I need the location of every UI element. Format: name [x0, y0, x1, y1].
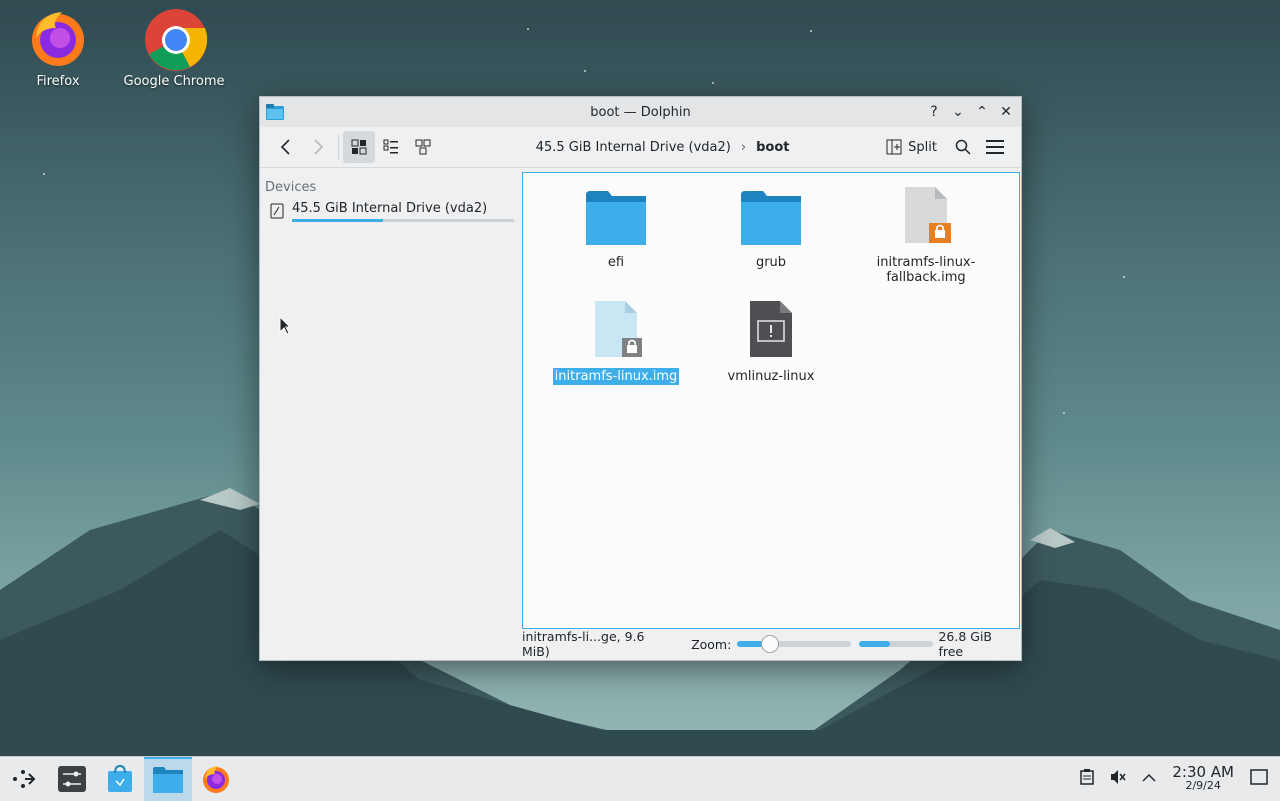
file-label: vmlinuz-linux: [727, 369, 815, 384]
free-space-fill: [859, 641, 890, 647]
clipboard-icon: [1080, 769, 1095, 785]
search-button[interactable]: [947, 131, 979, 163]
device-usage-bar: [292, 219, 514, 222]
zoom-slider[interactable]: [737, 635, 851, 653]
chevron-up-icon: [1142, 773, 1156, 782]
free-space-bar[interactable]: [859, 641, 934, 647]
locked-file-icon: [581, 301, 651, 363]
mouse-pointer-icon: [279, 316, 291, 335]
dolphin-folder-icon: [153, 767, 183, 793]
breadcrumb: 45.5 GiB Internal Drive (vda2) › boot: [536, 140, 790, 155]
file-label: efi: [607, 255, 625, 270]
taskbar-discover[interactable]: [96, 757, 144, 801]
file-item-efi[interactable]: efi: [546, 187, 686, 270]
close-button[interactable]: ✕: [995, 101, 1017, 123]
back-button[interactable]: [270, 131, 302, 163]
file-view[interactable]: efi grub initramfs-linux-fallback.img in…: [522, 172, 1020, 629]
firefox-icon: [203, 766, 229, 793]
zoom-slider-handle[interactable]: [761, 635, 780, 653]
maximize-button[interactable]: ⌃: [971, 101, 993, 123]
tray-expand-button[interactable]: [1142, 772, 1156, 787]
taskbar-dolphin[interactable]: [144, 757, 192, 801]
app-launcher-icon: [13, 770, 36, 788]
compact-view-button[interactable]: [375, 131, 407, 163]
file-item-initramfs-linux-fallback[interactable]: initramfs-linux-fallback.img: [856, 187, 996, 285]
chrome-icon: [144, 8, 208, 71]
icons-view-button[interactable]: [343, 131, 375, 163]
zoom-label: Zoom:: [691, 636, 732, 652]
breadcrumb-item-current[interactable]: boot: [756, 140, 789, 155]
executable-file-icon: [736, 301, 806, 363]
forward-arrow-icon: [314, 139, 324, 155]
volume-button[interactable]: [1110, 769, 1126, 789]
desktop-icon-label: Google Chrome: [123, 74, 225, 89]
clipboard-button[interactable]: [1080, 769, 1095, 789]
show-desktop-icon: [1250, 769, 1268, 785]
icons-view-icon: [351, 139, 367, 155]
devices-section-title: Devices: [265, 180, 317, 195]
details-view-icon: [415, 139, 431, 155]
file-item-initramfs-linux[interactable]: initramfs-linux.img: [546, 301, 686, 385]
free-space-label: 26.8 GiB free: [938, 629, 993, 659]
taskbar-firefox[interactable]: [192, 757, 240, 801]
search-icon: [955, 139, 971, 155]
chevron-down-icon: ⌄: [952, 104, 964, 120]
file-label: grub: [755, 255, 787, 270]
firefox-icon: [28, 8, 88, 68]
places-panel: Devices 45.5 GiB Internal Drive (vda2): [260, 172, 522, 660]
taskbar-system-settings[interactable]: [48, 757, 96, 801]
show-desktop-button[interactable]: [1250, 769, 1268, 789]
chevron-right-icon: ›: [740, 139, 747, 155]
file-item-grub[interactable]: grub: [701, 187, 841, 270]
split-button[interactable]: Split: [886, 139, 937, 155]
file-item-vmlinuz-linux[interactable]: vmlinuz-linux: [701, 301, 841, 384]
selection-info: initramfs-li...ge, 9.6 MiB): [522, 629, 645, 659]
clock-time: 2:30 AM: [1172, 763, 1234, 781]
dolphin-window: boot — Dolphin ? ⌄ ⌃ ✕ 45.5 GiB Internal…: [259, 96, 1022, 661]
back-arrow-icon: [280, 139, 290, 155]
system-settings-icon: [58, 766, 86, 792]
discover-store-icon: [108, 765, 132, 792]
taskbar: 2:30 AM 2/9/24: [0, 756, 1280, 801]
file-label: initramfs-linux-fallback.img: [876, 255, 976, 285]
window-titlebar[interactable]: boot — Dolphin ? ⌄ ⌃ ✕: [260, 97, 1021, 127]
drive-icon: [270, 203, 284, 219]
compact-view-icon: [383, 139, 398, 154]
minimize-button[interactable]: ⌄: [947, 101, 969, 123]
desktop-icon-firefox[interactable]: Firefox: [3, 8, 113, 89]
desktop-icon-google-chrome[interactable]: Google Chrome: [119, 8, 229, 89]
desktop-icon-label: Firefox: [36, 74, 80, 89]
details-view-button[interactable]: [407, 131, 439, 163]
menu-button[interactable]: [979, 131, 1011, 163]
system-tray: 2:30 AM 2/9/24: [1080, 765, 1280, 793]
folder-icon: [736, 187, 806, 249]
hamburger-menu-icon: [986, 140, 1004, 154]
window-title: boot — Dolphin: [590, 104, 691, 120]
volume-muted-icon: [1111, 770, 1126, 784]
folder-icon: [581, 187, 651, 249]
clock-date: 2/9/24: [1185, 779, 1221, 792]
device-item-internal-drive[interactable]: 45.5 GiB Internal Drive (vda2): [260, 195, 522, 222]
toolbar: 45.5 GiB Internal Drive (vda2) › boot Sp…: [260, 127, 1021, 168]
locked-file-icon: [891, 187, 961, 249]
device-label: 45.5 GiB Internal Drive (vda2): [292, 201, 488, 216]
application-launcher-button[interactable]: [0, 757, 48, 801]
device-usage-fill: [292, 219, 384, 222]
forward-button[interactable]: [302, 131, 334, 163]
help-icon: ?: [930, 104, 938, 120]
file-label-selected: initramfs-linux.img: [552, 368, 680, 385]
status-bar: initramfs-li...ge, 9.6 MiB) Zoom: 26.8 G…: [522, 629, 1019, 659]
split-label: Split: [908, 139, 937, 155]
help-button[interactable]: ?: [923, 101, 945, 123]
split-icon: [886, 139, 902, 155]
chevron-up-icon: ⌃: [976, 104, 988, 120]
digital-clock[interactable]: 2:30 AM 2/9/24: [1172, 765, 1234, 793]
breadcrumb-item-drive[interactable]: 45.5 GiB Internal Drive (vda2): [536, 140, 731, 155]
close-icon: ✕: [1000, 104, 1012, 120]
